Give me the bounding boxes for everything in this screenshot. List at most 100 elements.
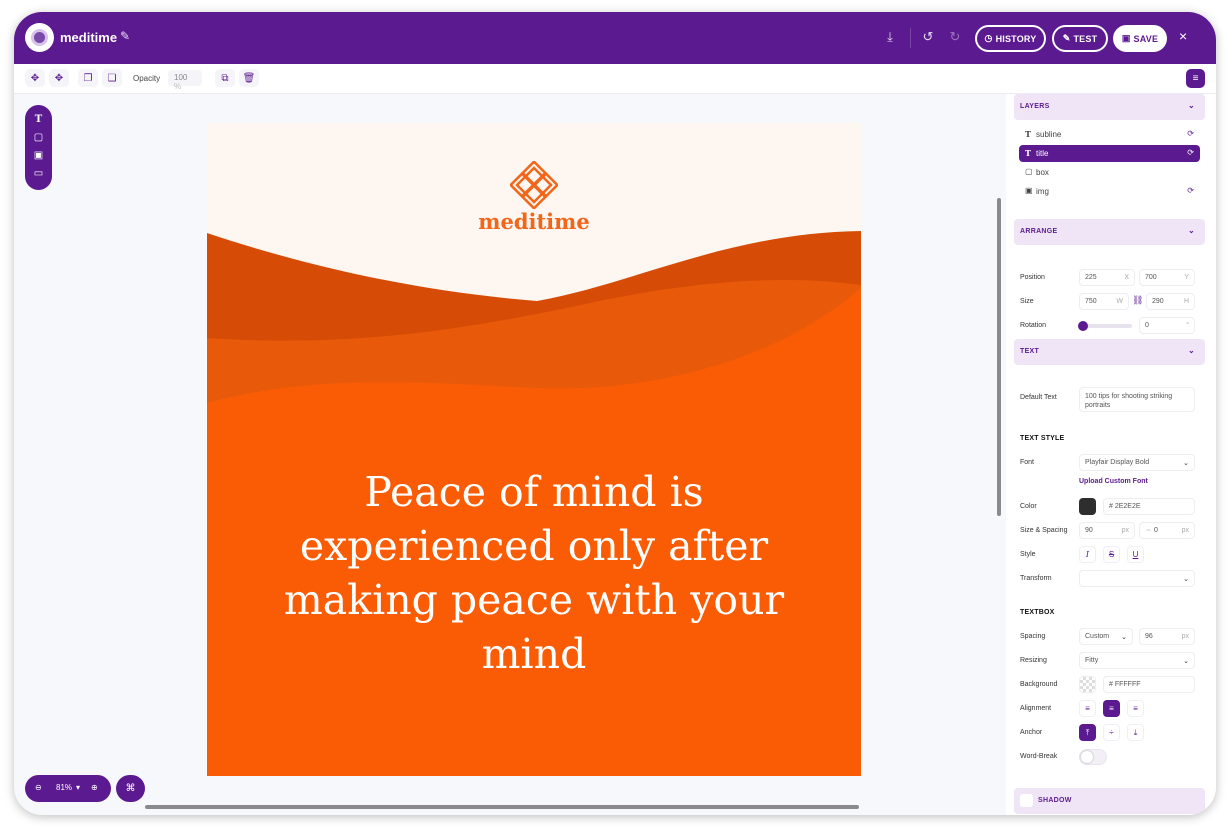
edit-name-icon[interactable]: ✎ — [120, 29, 130, 43]
zoom-level[interactable]: 81% — [56, 783, 72, 792]
box-tool-icon[interactable]: ▢ — [25, 132, 52, 143]
position-x-input[interactable]: 225 X — [1079, 269, 1135, 286]
history-button[interactable]: ◷ HISTORY — [975, 25, 1046, 52]
align-vertical-icon[interactable]: ✥ — [49, 69, 69, 87]
default-text-label: Default Text — [1020, 394, 1057, 401]
align-center-icon[interactable]: ≡ — [1103, 700, 1120, 717]
underline-icon[interactable]: U — [1127, 546, 1144, 563]
resizing-select[interactable]: Fitty ⌄ — [1079, 652, 1195, 669]
horizontal-scrollbar[interactable] — [145, 805, 859, 809]
text-icon: T — [1025, 148, 1031, 158]
test-button[interactable]: ✎ TEST — [1052, 25, 1108, 52]
height-input[interactable]: 290 H — [1146, 293, 1195, 310]
background-color-input[interactable]: # FFFFFF — [1103, 676, 1195, 693]
text-color-input[interactable]: # 2E2E2E — [1103, 498, 1195, 515]
anchor-bottom-icon[interactable]: ⤓ — [1127, 724, 1144, 741]
background-color-swatch[interactable] — [1079, 676, 1096, 693]
sync-icon[interactable]: ⟳ — [1187, 148, 1194, 157]
arrange-section-header[interactable]: ARRANGE ⌄ — [1014, 219, 1205, 245]
position-y-input[interactable]: 700 Y — [1139, 269, 1195, 286]
fit-to-screen-button[interactable]: ⌘ — [116, 775, 145, 802]
image-tool-icon[interactable]: ▣ — [25, 150, 52, 161]
undo-icon[interactable]: ↺ — [920, 29, 936, 45]
rotation-input[interactable]: 0 ° — [1139, 317, 1195, 334]
font-select[interactable]: Playfair Display Bold ⌄ — [1079, 454, 1195, 471]
history-icon: ◷ — [984, 33, 993, 43]
send-backward-icon[interactable]: ❏ — [102, 69, 122, 87]
italic-icon[interactable]: I — [1079, 546, 1096, 563]
frame-tool-icon[interactable]: ▭ — [25, 168, 52, 179]
object-toolbar: ✥ ✥ ❐ ❏ Opacity 100 % ⧉ 🗑 ≡ — [14, 64, 1216, 94]
text-style-heading: TEXT STYLE — [1020, 435, 1065, 442]
rotation-slider-knob[interactable] — [1078, 321, 1088, 331]
download-icon[interactable]: ⤓ — [882, 29, 898, 45]
top-header: meditime ✎ ⤓ ↺ ↻ ◷ HISTORY ✎ TEST ▣ SAVE × — [14, 12, 1216, 64]
delete-icon[interactable]: 🗑 — [239, 69, 259, 87]
shadow-section-header[interactable]: SHADOW — [1014, 788, 1205, 814]
text-section-header[interactable]: TEXT ⌄ — [1014, 339, 1205, 365]
duplicate-icon[interactable]: ⧉ — [215, 69, 235, 87]
opacity-input[interactable]: 100 % — [168, 70, 202, 91]
transform-select[interactable]: ⌄ — [1079, 570, 1195, 587]
app-logo — [25, 23, 54, 52]
layer-item[interactable]: T subline ⟳ — [1019, 126, 1200, 143]
rotation-label: Rotation — [1020, 322, 1047, 329]
layer-item[interactable]: T title ⟳ — [1019, 145, 1200, 162]
image-icon: ▣ — [1025, 186, 1033, 195]
font-label: Font — [1020, 459, 1035, 466]
default-text-input[interactable]: 100 tips for shooting striking portraits — [1079, 387, 1195, 412]
chevron-down-icon[interactable]: ▾ — [76, 783, 80, 792]
zoom-out-icon[interactable]: ⊖ — [35, 783, 42, 792]
upload-custom-font-link[interactable]: Upload Custom Font — [1079, 478, 1148, 485]
lock-ratio-icon[interactable]: ⛓ — [1132, 295, 1143, 306]
brand-lotus-icon — [510, 161, 558, 209]
design-canvas[interactable]: meditime Peace of mind is experienced on… — [207, 123, 861, 776]
bring-forward-icon[interactable]: ❐ — [78, 69, 98, 87]
properties-panel: LAYERS ⌄ T subline ⟳ T title ⟳ ▢ box ▣ i… — [1006, 94, 1216, 815]
size-label: Size — [1020, 298, 1034, 305]
color-label: Color — [1020, 503, 1037, 510]
layer-item[interactable]: ▢ box — [1019, 164, 1200, 181]
close-icon[interactable]: × — [1179, 28, 1187, 44]
anchor-top-icon[interactable]: ⤒ — [1079, 724, 1096, 741]
width-input[interactable]: 750 W — [1079, 293, 1129, 310]
editor-window: meditime ✎ ⤓ ↺ ↻ ◷ HISTORY ✎ TEST ▣ SAVE × … — [14, 12, 1216, 815]
zoom-in-icon[interactable]: ⊕ — [91, 783, 98, 792]
align-left-icon[interactable]: ≡ — [1079, 700, 1096, 717]
layer-item[interactable]: ▣ img ⟳ — [1019, 183, 1200, 200]
word-break-label: Word-Break — [1020, 753, 1058, 760]
insert-tool-rail: T ▢ ▣ ▭ — [25, 105, 52, 190]
zoom-control: ⊖ 81% ▾ ⊕ — [25, 775, 111, 802]
letter-spacing-input[interactable]: ⇔ 0 px — [1139, 522, 1195, 539]
spacing-mode-select[interactable]: Custom ⌄ — [1079, 628, 1133, 645]
background-label: Background — [1020, 681, 1058, 688]
shadow-checkbox[interactable] — [1020, 794, 1033, 807]
align-right-icon[interactable]: ≡ — [1127, 700, 1144, 717]
vertical-scrollbar[interactable] — [997, 198, 1001, 516]
strikethrough-icon[interactable]: S — [1103, 546, 1120, 563]
layers-section-header[interactable]: LAYERS ⌄ — [1014, 94, 1205, 120]
sync-icon[interactable]: ⟳ — [1187, 186, 1194, 195]
anchor-middle-icon[interactable]: ÷ — [1103, 724, 1120, 741]
size-spacing-label: Size & Spacing — [1020, 527, 1068, 534]
align-horizontal-icon[interactable]: ✥ — [25, 69, 45, 87]
save-button[interactable]: ▣ SAVE — [1113, 25, 1167, 52]
spacing-value-input[interactable]: 96 px — [1139, 628, 1195, 645]
chevron-down-icon: ⌄ — [1187, 226, 1195, 235]
quote-text[interactable]: Peace of mind is experienced only after … — [247, 465, 821, 681]
brand-name[interactable]: meditime — [207, 209, 861, 234]
alignment-label: Alignment — [1020, 705, 1052, 712]
chevron-down-icon: ⌄ — [1187, 346, 1195, 355]
box-icon: ▢ — [1025, 167, 1033, 176]
sync-icon[interactable]: ⟳ — [1187, 129, 1194, 138]
transform-label: Transform — [1020, 575, 1052, 582]
redo-icon[interactable]: ↻ — [947, 29, 963, 45]
text-color-swatch[interactable] — [1079, 498, 1096, 515]
textbox-heading: TEXTBOX — [1020, 609, 1055, 616]
font-size-input[interactable]: 90 px — [1079, 522, 1135, 539]
panel-menu-button[interactable]: ≡ — [1186, 69, 1205, 88]
text-tool-icon[interactable]: T — [25, 114, 52, 125]
chevron-down-icon: ⌄ — [1183, 658, 1189, 665]
save-icon: ▣ — [1121, 33, 1131, 43]
word-break-toggle[interactable] — [1079, 749, 1107, 765]
